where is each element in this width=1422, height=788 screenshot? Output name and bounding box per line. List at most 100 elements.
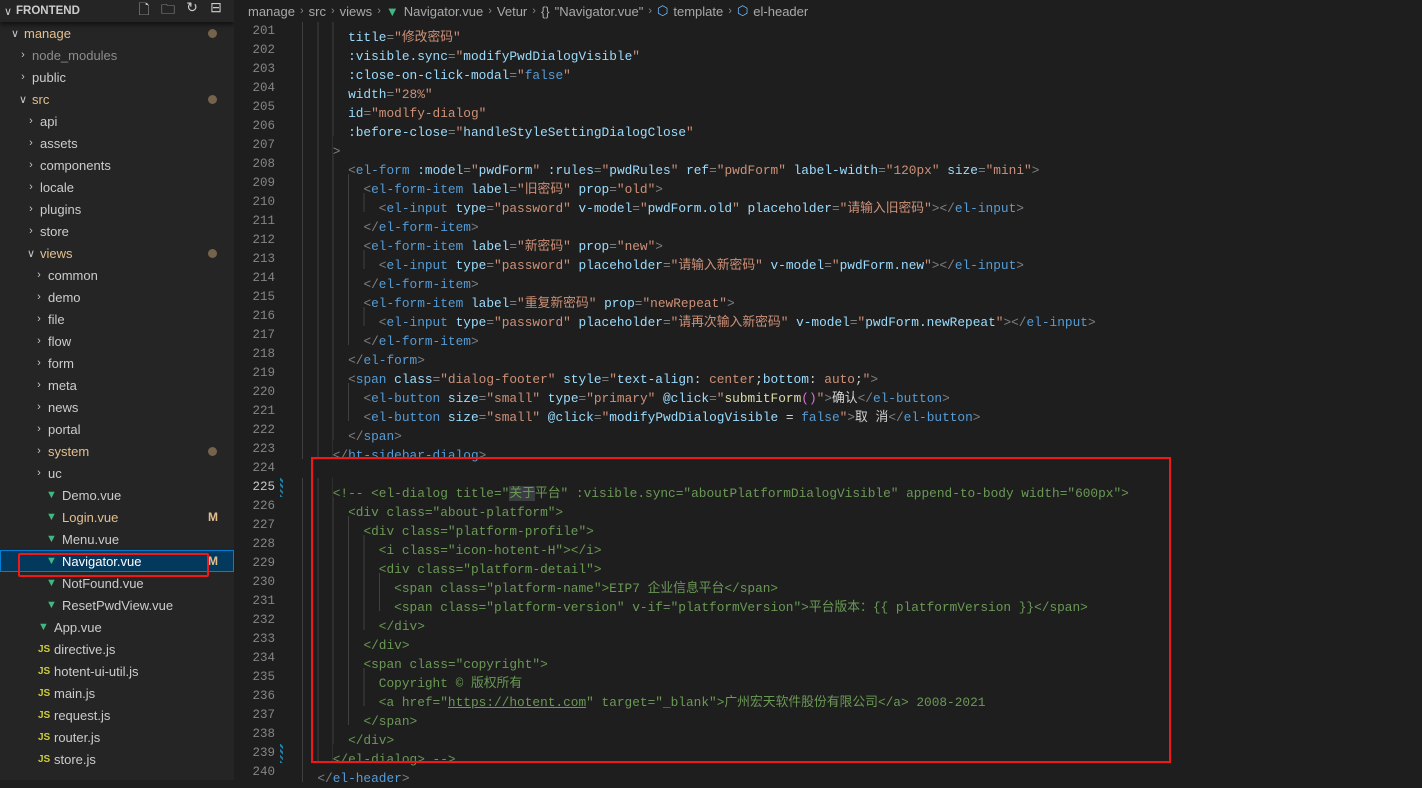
file-tree: ∨ manage › node_modules › public ∨ src › api › asse…: [0, 22, 234, 770]
tree-item-components[interactable]: › components: [0, 154, 234, 176]
gutter: [275, 174, 302, 193]
code-token: >: [478, 448, 487, 463]
tree-item-assets[interactable]: › assets: [0, 132, 234, 154]
code-editor[interactable]: 201 title="修改密码" 202:visible.sync="modifyP…: [234, 22, 1422, 786]
breadcrumb-item[interactable]: Navigator.vue: [404, 4, 484, 19]
line-number: 211: [252, 214, 275, 228]
tree-item-flow[interactable]: › flow: [0, 330, 234, 352]
code-line: 212 <el-form-item label="新密码" prop="new">: [234, 231, 1422, 254]
tree-item-file[interactable]: › file: [0, 308, 234, 330]
breadcrumb-item[interactable]: views: [340, 4, 373, 19]
line-number: 217: [252, 328, 275, 342]
explorer-header[interactable]: ∨ FRONTEND 🗋 🗀 ↻ ⊟: [0, 0, 234, 22]
code-text: </el-dialog> -->: [302, 744, 456, 767]
code-text: </div>: [302, 725, 394, 748]
tree-item-app-vue[interactable]: ▼ App.vue: [0, 616, 234, 638]
breadcrumb-item[interactable]: "Navigator.vue": [555, 4, 644, 19]
vue-file-icon: ▼: [385, 3, 399, 19]
line-number: 235: [252, 670, 275, 684]
line-number: 205: [252, 100, 275, 114]
tree-item-menu-vue[interactable]: ▼ Menu.vue: [0, 528, 234, 550]
gutter: [275, 421, 302, 440]
code-line: 239 </el-dialog> -->: [234, 744, 1422, 767]
gutter: [275, 744, 302, 763]
tree-item-api[interactable]: › api: [0, 110, 234, 132]
tree-item-label: App.vue: [54, 619, 102, 635]
gutter: [275, 592, 302, 611]
code-text: :before-close= "handleStyleSettingDialogC…: [302, 117, 694, 140]
tree-item-navigator-vue[interactable]: ▼ Navigator.vue M: [0, 550, 234, 572]
tree-item-label: news: [48, 399, 79, 415]
tree-item-common[interactable]: › common: [0, 264, 234, 286]
code-line: 231 <span class="platform-version" v-if="…: [234, 592, 1422, 615]
new-file-icon[interactable]: 🗋: [136, 0, 152, 23]
tree-item-node_modules[interactable]: › node_modules: [0, 44, 234, 66]
tree-item-label: plugins: [40, 201, 82, 217]
indent-guides: [302, 345, 349, 364]
chevron-down-icon: ∨: [18, 93, 28, 106]
code-line: 228 <i class="icon-hotent-H"></i>: [234, 535, 1422, 558]
breadcrumb-item[interactable]: manage: [248, 4, 295, 19]
code-line: 202:visible.sync="modifyPwdDialogVisible…: [234, 41, 1422, 64]
chevron-right-icon: ›: [37, 401, 41, 413]
vue-file-icon: ▼: [46, 511, 57, 523]
code-token: =: [662, 258, 671, 273]
tree-item-label: Menu.vue: [62, 531, 120, 547]
tree-item-demo[interactable]: › demo: [0, 286, 234, 308]
indent-guides: [302, 288, 364, 307]
tree-item-locale[interactable]: › locale: [0, 176, 234, 198]
code-token: =: [878, 163, 886, 178]
vue-file-icon: ▼: [38, 621, 49, 633]
code-line: 229 <div class="platform-detail">: [234, 554, 1422, 577]
code-line: 210 <el-input type="password" v-model="pw…: [234, 193, 1422, 216]
code-text: Copyright © 版权所有: [302, 668, 522, 691]
collapse-all-icon[interactable]: ⊟: [208, 0, 224, 23]
tree-item-notfound-vue[interactable]: ▼ NotFound.vue: [0, 572, 234, 594]
gutter: [275, 250, 302, 269]
tree-item-plugins[interactable]: › plugins: [0, 198, 234, 220]
gutter: [275, 478, 302, 497]
tree-item-views[interactable]: ∨ views: [0, 242, 234, 264]
tree-item-demo-vue[interactable]: ▼ Demo.vue: [0, 484, 234, 506]
tree-item-news[interactable]: › news: [0, 396, 234, 418]
gutter: [275, 212, 302, 231]
code-token: ": [563, 68, 571, 83]
new-folder-icon[interactable]: 🗀: [160, 0, 176, 23]
code-token: "120px": [885, 163, 940, 178]
tree-item-directive-js[interactable]: JS directive.js: [0, 638, 234, 660]
breadcrumb-item[interactable]: template: [673, 4, 723, 19]
breadcrumb-item[interactable]: src: [309, 4, 326, 19]
breadcrumb-item[interactable]: el-header: [753, 4, 808, 19]
refresh-icon[interactable]: ↻: [184, 0, 200, 23]
tree-item-main-js[interactable]: JS main.js: [0, 682, 234, 704]
breadcrumb-item[interactable]: Vetur: [497, 4, 527, 19]
tree-item-resetpwdview-vue[interactable]: ▼ ResetPwdView.vue: [0, 594, 234, 616]
tree-item-request-js[interactable]: JS request.js: [0, 704, 234, 726]
tree-item-router-js[interactable]: JS router.js: [0, 726, 234, 748]
tree-item-label: store: [40, 223, 69, 239]
tree-item-system[interactable]: › system: [0, 440, 234, 462]
code-token: >: [1016, 258, 1024, 273]
tree-item-label: request.js: [54, 707, 111, 723]
code-token: </: [332, 448, 349, 463]
line-number: 216: [252, 309, 275, 323]
tree-item-src[interactable]: ∨ src: [0, 88, 234, 110]
tree-item-store-js[interactable]: JS store.js: [0, 748, 234, 770]
tree-item-login-vue[interactable]: ▼ Login.vue M: [0, 506, 234, 528]
code-line: 230 <span class="platform-name">EIP7 企业信息…: [234, 573, 1422, 596]
gutter: [275, 649, 302, 668]
chevron-right-icon: ›: [331, 5, 335, 17]
line-number: 207: [252, 138, 275, 152]
tree-item-form[interactable]: › form: [0, 352, 234, 374]
indent-guides: [302, 763, 318, 782]
tree-item-store[interactable]: › store: [0, 220, 234, 242]
tree-item-public[interactable]: › public: [0, 66, 234, 88]
tree-item-portal[interactable]: › portal: [0, 418, 234, 440]
tree-item-uc[interactable]: › uc: [0, 462, 234, 484]
tree-item-meta[interactable]: › meta: [0, 374, 234, 396]
tree-item-hotent-ui-util-js[interactable]: JS hotent-ui-util.js: [0, 660, 234, 682]
tree-item-label: Login.vue: [62, 509, 119, 525]
code-token: v-model: [570, 201, 633, 216]
code-text: </el-header>: [302, 763, 410, 786]
tree-item-manage[interactable]: ∨ manage: [0, 22, 234, 44]
